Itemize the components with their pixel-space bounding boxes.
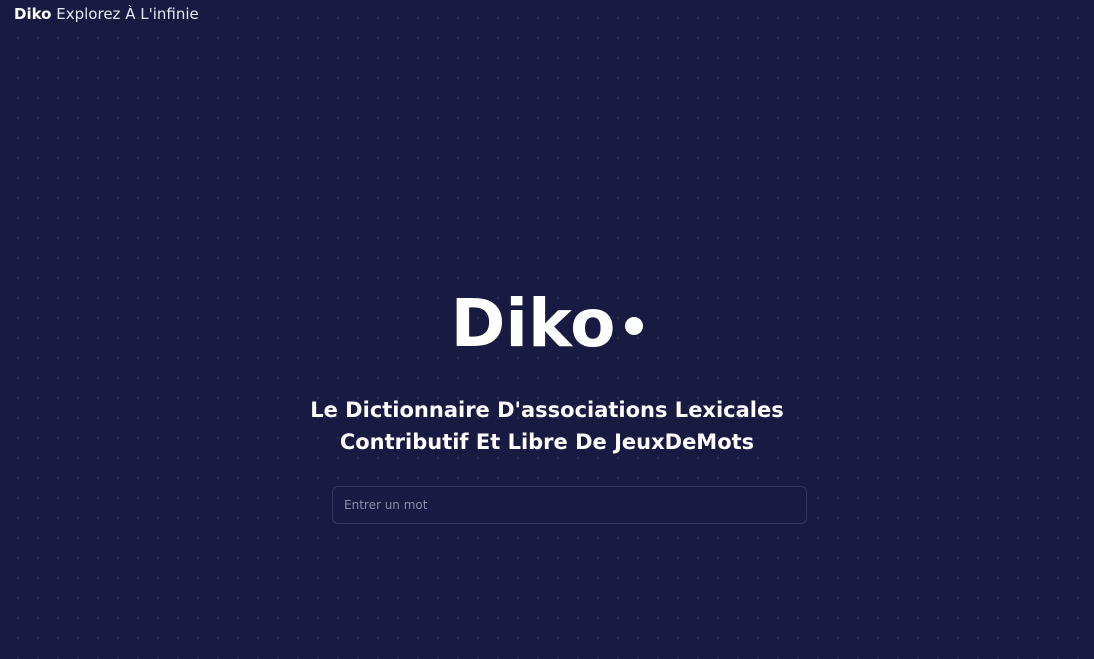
search-container: [332, 486, 807, 524]
search-input[interactable]: [332, 486, 807, 524]
logo-dot-icon: [625, 317, 644, 335]
subtitle-line-1: Le Dictionnaire D'associations Lexicales: [310, 398, 784, 422]
top-bar: Diko Explorez À L'infinie: [14, 4, 199, 24]
subtitle-line-2: Contributif Et Libre De JeuxDeMots: [339, 430, 755, 454]
header-brand[interactable]: Diko: [14, 5, 51, 23]
hero-section: Diko Le Dictionnaire D'associations Lexi…: [0, 284, 1094, 458]
header-tagline: Explorez À L'infinie: [56, 5, 199, 23]
page-subtitle: Le Dictionnaire D'associations Lexicales…: [0, 394, 1094, 458]
logo-text: Diko: [450, 285, 616, 362]
logo: Diko: [451, 284, 644, 364]
